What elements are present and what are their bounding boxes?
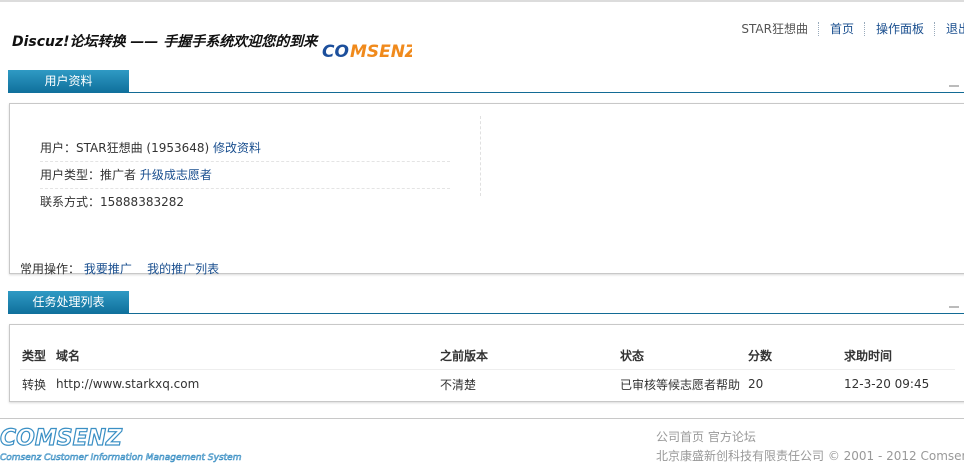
footer-logo-sub: Comsenz Customer Information Management … <box>0 453 242 463</box>
my-promotion-list-link[interactable]: 我的推广列表 <box>147 262 219 276</box>
footer-text: 公司首页 官方论坛 北京康盛新创科技有限责任公司 © 2001 - 2012 C… <box>656 428 964 466</box>
profile-panel: 用户：STAR狂想曲 (1953648) 修改资料 用户类型：推广者 升级成志愿… <box>9 103 964 277</box>
top-nav: STAR狂想曲 首页 操作面板 退出 <box>741 20 964 37</box>
nav-home-link[interactable]: 首页 <box>830 20 854 37</box>
footer-official-forum-link[interactable]: 官方论坛 <box>708 430 756 444</box>
footer-divider <box>0 418 964 419</box>
cell-prev-version: 不清楚 <box>440 377 477 392</box>
col-status: 状态 <box>618 341 746 370</box>
common-operations: 常用操作： 我要推广 我的推广列表 <box>20 260 219 277</box>
comsenz-logo: CO MSENZ <box>322 38 418 62</box>
col-domain: 域名 <box>54 341 438 370</box>
footer-company-home-link[interactable]: 公司首页 <box>656 430 704 444</box>
col-score: 分数 <box>746 341 842 370</box>
profile-contact-row: 联系方式：15888383282 <box>40 189 450 215</box>
type-value: 推广者 <box>100 168 137 182</box>
tasks-table: 类型 域名 之前版本 状态 分数 求助时间 转换 http://www.star… <box>20 341 955 398</box>
col-type: 类型 <box>20 341 54 370</box>
table-row[interactable]: 转换 http://www.starkxq.com 不清楚 已审核等候志愿者帮助… <box>20 370 955 399</box>
nav-logout-link[interactable]: 退出 <box>946 20 964 37</box>
contact-value: 15888383282 <box>100 195 184 209</box>
edit-profile-link[interactable]: 修改资料 <box>213 141 261 155</box>
footer-comsenz-logo: COMSENZ Comsenz Customer Information Man… <box>0 425 270 468</box>
cell-score: 20 <box>748 377 764 391</box>
promote-link[interactable]: 我要推广 <box>84 262 132 276</box>
page-title: Discuz!论坛转换 —— 手握手系统欢迎您的到来 <box>12 34 318 50</box>
footer-copyright: 北京康盛新创科技有限责任公司 © 2001 - 2012 Comsenz Inc… <box>656 449 964 463</box>
collapse-icon[interactable] <box>949 85 959 87</box>
logo-text-msenz: MSENZ <box>350 42 412 62</box>
nav-divider <box>933 21 936 36</box>
type-label: 用户类型： <box>40 168 101 182</box>
footer-logo-text: COMSENZ <box>0 427 123 451</box>
logo-text-co: CO <box>322 42 349 62</box>
ops-label: 常用操作： <box>20 262 81 276</box>
upgrade-volunteer-link[interactable]: 升级成志愿者 <box>140 168 212 182</box>
col-time: 求助时间 <box>842 341 955 370</box>
profile-tab-bar: 用户资料 <box>0 69 964 93</box>
nav-control-panel-link[interactable]: 操作面板 <box>876 20 924 37</box>
cell-status: 已审核等候志愿者帮助 <box>620 377 741 392</box>
username-link[interactable]: STAR狂想曲 <box>741 20 808 37</box>
profile-user-row: 用户：STAR狂想曲 (1953648) 修改资料 <box>40 135 450 162</box>
tasks-tab-bar: 任务处理列表 <box>0 290 964 314</box>
user-label: 用户： <box>40 141 77 155</box>
tasks-panel: 类型 域名 之前版本 状态 分数 求助时间 转换 http://www.star… <box>9 324 964 402</box>
contact-label: 联系方式： <box>40 195 101 209</box>
cell-domain: http://www.starkxq.com <box>56 377 200 391</box>
nav-divider <box>817 21 820 36</box>
nav-divider <box>863 21 866 36</box>
user-value: STAR狂想曲 (1953648) <box>76 141 210 155</box>
tab-tasks[interactable]: 任务处理列表 <box>8 291 129 314</box>
collapse-icon[interactable] <box>949 306 959 308</box>
profile-type-row: 用户类型：推广者 升级成志愿者 <box>40 162 450 189</box>
cell-type: 转换 <box>22 377 47 392</box>
cell-time: 12-3-20 09:45 <box>844 377 930 391</box>
col-prev-version: 之前版本 <box>438 341 618 370</box>
top-border <box>0 0 964 2</box>
table-header-row: 类型 域名 之前版本 状态 分数 求助时间 <box>20 341 955 370</box>
tab-profile[interactable]: 用户资料 <box>8 70 129 93</box>
